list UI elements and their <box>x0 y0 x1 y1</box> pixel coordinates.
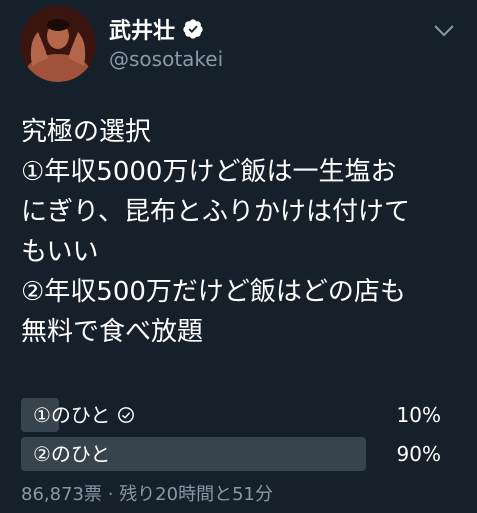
poll-option-2-label: ②のひと <box>33 442 111 466</box>
poll-separator: · <box>107 484 114 505</box>
user-name-row: 武井壮 <box>109 13 204 45</box>
user-name[interactable]: 武井壮 <box>109 13 175 45</box>
tweet-text: 究極の選択 ①年収5000万けど飯は一生塩お にぎり、昆布とふりかけは付けて も… <box>21 117 410 347</box>
user-handle[interactable]: @sosotakei <box>109 47 223 71</box>
checkmark-circle-icon <box>118 407 135 423</box>
poll-votes: 86,873票 <box>21 484 102 505</box>
poll-option-2[interactable]: ②のひと 90% <box>21 437 457 471</box>
poll-option-2-percent: 90% <box>396 442 441 466</box>
avatar[interactable] <box>20 6 96 82</box>
poll-option-1-label: ①のひと <box>33 403 111 427</box>
poll-meta: 86,873票 · 残り20時間と51分 <box>21 480 273 506</box>
chevron-down-icon[interactable] <box>433 24 455 38</box>
poll-option-1[interactable]: ①のひと 10% <box>21 398 457 432</box>
poll-option-1-label-wrap: ①のひと <box>33 401 135 429</box>
poll-option-2-label-wrap: ②のひと <box>33 440 110 468</box>
poll-option-1-percent: 10% <box>396 403 441 427</box>
verified-badge-icon <box>183 19 203 39</box>
poll-time-left: 残り20時間と51分 <box>119 484 273 505</box>
